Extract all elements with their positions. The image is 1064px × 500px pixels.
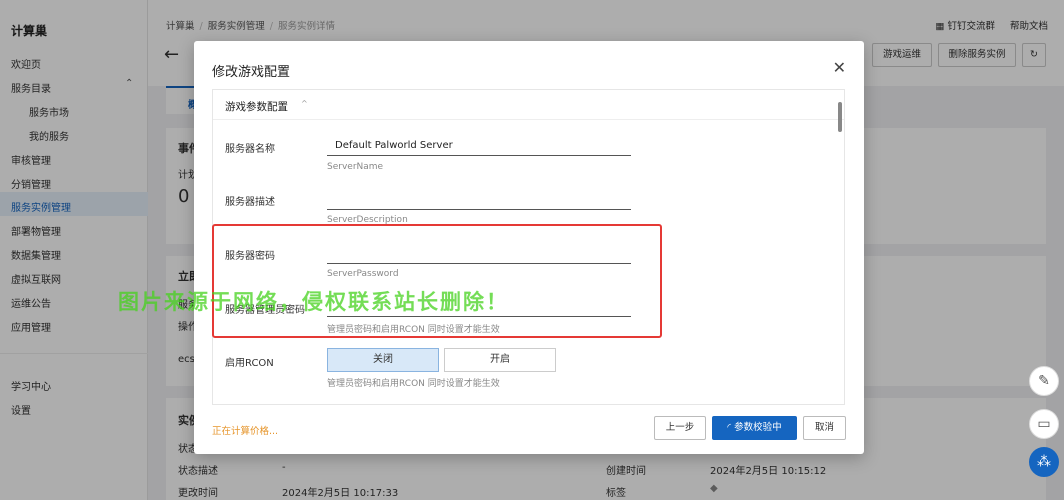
scrollbar-thumb[interactable] (838, 102, 842, 132)
close-icon[interactable]: ✕ (833, 58, 846, 77)
section-header[interactable]: 游戏参数配置 ^ (213, 90, 844, 120)
rcon-off-option[interactable]: 关闭 (327, 348, 439, 372)
edit-icon[interactable]: ✎ (1029, 366, 1059, 396)
prev-step-button[interactable]: 上一步 (654, 416, 706, 440)
server-description-label: 服务器描述 (225, 197, 275, 208)
chat-icon[interactable]: ▭ (1029, 409, 1059, 439)
support-icon[interactable]: ⁂ (1029, 447, 1059, 477)
server-name-help: ServerName (327, 162, 384, 172)
cancel-button[interactable]: 取消 (803, 416, 846, 440)
validate-params-button[interactable]: ◜ 参数校验中 (712, 416, 797, 440)
loading-spinner-icon: ◜ (727, 422, 732, 433)
server-description-input[interactable] (327, 190, 631, 210)
dialog-title: 修改游戏配置 (212, 65, 291, 80)
price-status: 正在计算价格... (212, 426, 279, 437)
rcon-label: 启用RCON (225, 358, 274, 369)
highlight-box (212, 224, 662, 338)
server-name-label: 服务器名称 (225, 144, 275, 155)
server-name-input[interactable]: Default Palworld Server (327, 136, 631, 156)
section-title: 游戏参数配置 (225, 101, 288, 113)
rcon-help: 管理员密码和启用RCON 同时设置才能生效 (327, 379, 500, 389)
rcon-on-option[interactable]: 开启 (444, 348, 556, 372)
watermark-text: 图片来源于网络，侵权联系站长删除！ (118, 290, 509, 314)
chevron-up-icon[interactable]: ^ (301, 99, 308, 108)
